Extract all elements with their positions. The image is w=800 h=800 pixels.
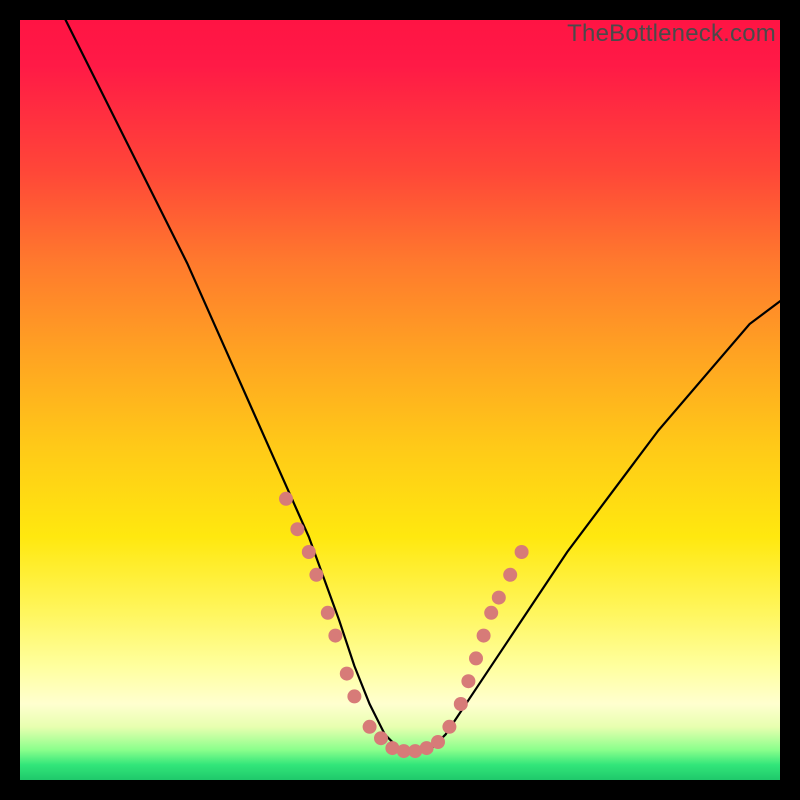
- highlight-dot: [503, 568, 517, 582]
- highlight-dot: [340, 667, 354, 681]
- chart-svg: [20, 20, 780, 780]
- bottleneck-curve: [66, 20, 780, 753]
- highlight-dot: [469, 651, 483, 665]
- highlight-dot: [321, 606, 335, 620]
- highlight-dot: [328, 629, 342, 643]
- highlight-dot: [290, 522, 304, 536]
- marker-layer: [279, 492, 529, 758]
- highlight-dot: [492, 591, 506, 605]
- watermark-text: TheBottleneck.com: [567, 20, 776, 48]
- highlight-dot: [302, 545, 316, 559]
- highlight-dot: [442, 720, 456, 734]
- curve-layer: [66, 20, 780, 753]
- highlight-dot: [279, 492, 293, 506]
- highlight-dot: [363, 720, 377, 734]
- highlight-dot: [461, 674, 475, 688]
- highlight-dot: [454, 697, 468, 711]
- highlight-dot: [484, 606, 498, 620]
- highlight-dot: [309, 568, 323, 582]
- highlight-dot: [515, 545, 529, 559]
- chart-frame: TheBottleneck.com: [20, 20, 780, 780]
- highlight-dot: [477, 629, 491, 643]
- highlight-dot: [347, 689, 361, 703]
- highlight-dot: [431, 735, 445, 749]
- highlight-dot: [374, 731, 388, 745]
